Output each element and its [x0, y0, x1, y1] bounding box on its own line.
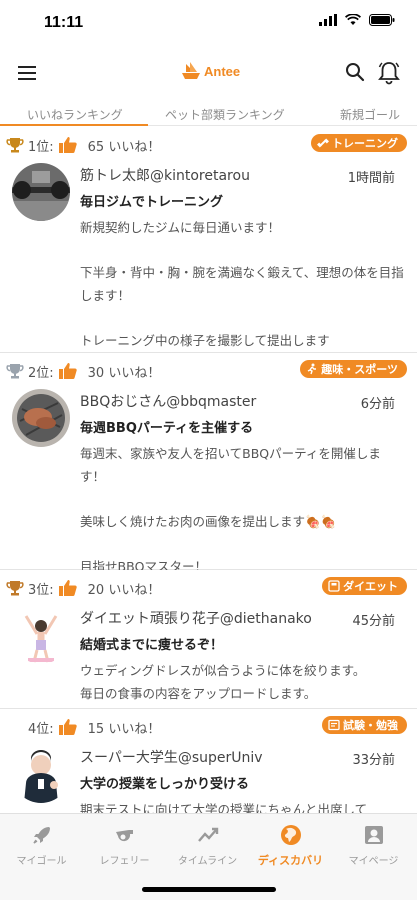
post-feed[interactable]: 1位: 65 いいね！ トレーニング 筋トレ太郎@kintoretarou 1時…: [0, 127, 417, 813]
avatar[interactable]: [12, 745, 70, 803]
signal-icon: [319, 14, 337, 26]
like-count: 20 いいね！: [87, 582, 161, 598]
category-badge[interactable]: 趣味・スポーツ: [300, 360, 407, 378]
post-title: 毎日ジムでトレーニング: [80, 195, 224, 210]
tab-label: タイムライン: [177, 856, 238, 867]
app-header: Antee: [0, 48, 417, 100]
post-title: 大学の授業をしっかり受ける: [80, 777, 250, 792]
globe-icon: [280, 825, 301, 845]
like-count: 65 いいね！: [87, 139, 161, 155]
avatar[interactable]: [12, 389, 70, 447]
book-icon: [328, 719, 340, 731]
tab-my-page[interactable]: マイページ: [332, 824, 415, 867]
tab-my-goal[interactable]: マイゴール: [0, 824, 83, 867]
bell-icon[interactable]: [377, 60, 401, 86]
home-indicator[interactable]: [142, 887, 276, 892]
post-time: 45分前: [352, 614, 395, 629]
author-name[interactable]: スーパー大学生@superUniv: [80, 747, 263, 767]
badge-label: ダイエット: [343, 580, 398, 593]
badge-label: 趣味・スポーツ: [321, 363, 398, 376]
app-logo: Antee: [180, 60, 240, 82]
rank-label: 2位:: [28, 365, 54, 381]
post-card[interactable]: 2位: 30 いいね！ 趣味・スポーツ BBQおじさん@bbqmaster 6分…: [0, 353, 417, 574]
dumbbell-icon: [317, 138, 329, 148]
like-count: 15 いいね！: [87, 721, 161, 737]
avatar[interactable]: [12, 606, 70, 664]
ship-logo-icon: [182, 62, 200, 79]
post-title: 毎週BBQパーティを主催する: [80, 421, 254, 436]
post-body: ウェディングドレスが似合うように体を絞ります。 毎日の食事の内容をアップロードし…: [80, 663, 366, 701]
status-bar: 11:11: [0, 0, 417, 44]
battery-icon: [369, 14, 395, 26]
post-body: 毎週末、家族や友人を招いてBBQパーティを開催します！ 美味しく焼けたお肉の画像…: [80, 446, 381, 574]
tab-like-ranking[interactable]: いいねランキング: [27, 106, 123, 123]
trophy-silver-icon: [6, 364, 24, 379]
trophy-gold-icon: [6, 138, 24, 153]
post-card[interactable]: 1位: 65 いいね！ トレーニング 筋トレ太郎@kintoretarou 1時…: [0, 127, 417, 353]
status-time: 11:11: [44, 14, 84, 31]
category-badge[interactable]: 試験・勉強: [322, 716, 407, 734]
post-card[interactable]: 4位: 15 いいね！ 試験・勉強 スーパー大学生@superUniv 33分前…: [0, 709, 417, 813]
thumbs-up-icon[interactable]: [58, 362, 78, 380]
post-body: 期末テストに向けて大学の授業にちゃんと出席して: [80, 802, 368, 813]
bottom-tab-bar: マイゴール レフェリー タイムライン ディスカバリ マイページ: [0, 813, 417, 900]
profile-icon: [364, 826, 383, 844]
category-badge[interactable]: ダイエット: [322, 577, 407, 595]
trend-icon: [197, 827, 218, 842]
tab-label: レフェリー: [99, 856, 150, 867]
post-time: 1時間前: [347, 171, 395, 186]
status-icons: [319, 14, 395, 26]
tab-timeline[interactable]: タイムライン: [166, 824, 249, 867]
scale-icon: [328, 580, 340, 592]
badge-label: 試験・勉強: [343, 719, 398, 732]
search-icon[interactable]: [345, 62, 365, 82]
active-tab-indicator: [0, 124, 148, 126]
tab-new-goal[interactable]: 新規ゴール: [340, 106, 400, 123]
trophy-bronze-icon: [6, 581, 24, 596]
post-title: 結婚式までに痩せるぞ！: [80, 638, 224, 653]
whistle-icon: [115, 830, 133, 842]
tab-label: マイゴール: [16, 856, 67, 867]
tab-pet-ranking[interactable]: ペット部類ランキング: [165, 106, 285, 123]
wifi-icon: [345, 14, 361, 25]
like-count: 30 いいね！: [87, 365, 161, 381]
rank-label: 3位:: [28, 582, 54, 598]
ranking-tabs: いいねランキング ペット部類ランキング 新規ゴール: [0, 100, 417, 126]
tab-discovery[interactable]: ディスカバリ: [249, 824, 332, 868]
author-name[interactable]: 筋トレ太郎@kintoretarou: [80, 165, 250, 185]
post-time: 6分前: [360, 397, 395, 412]
rocket-icon: [32, 827, 50, 844]
author-name[interactable]: ダイエット頑張り花子@diethanako: [80, 608, 312, 628]
logo-text: Antee: [204, 63, 241, 79]
category-badge[interactable]: トレーニング: [311, 134, 407, 152]
avatar[interactable]: [12, 163, 70, 221]
rank-row: 3位: 20 いいね！: [6, 578, 160, 598]
rank-label: 1位:: [28, 139, 54, 155]
author-name[interactable]: BBQおじさん@bbqmaster: [80, 391, 256, 411]
thumbs-up-icon[interactable]: [58, 136, 78, 154]
rank-row: 1位: 65 いいね！: [6, 135, 160, 155]
post-body: 新規契約したジムに毎日通います！ 下半身・背中・胸・腕を満遍なく鍛えて、理想の体…: [80, 220, 404, 348]
post-card[interactable]: 3位: 20 いいね！ ダイエット ダイエット頑張り花子@diethanako …: [0, 570, 417, 709]
badge-label: トレーニング: [332, 137, 398, 150]
thumbs-up-icon[interactable]: [58, 718, 78, 736]
post-time: 33分前: [352, 753, 395, 768]
tab-label: ディスカバリ: [257, 854, 324, 867]
rank-row: 2位: 30 いいね！: [6, 361, 160, 381]
hamburger-menu-icon[interactable]: [16, 63, 38, 83]
rank-label: 4位:: [28, 721, 54, 737]
rank-row: 4位: 15 いいね！: [6, 717, 160, 737]
runner-icon: [307, 363, 317, 375]
tab-label: マイページ: [348, 856, 399, 867]
tab-referee[interactable]: レフェリー: [83, 824, 166, 867]
thumbs-up-icon[interactable]: [58, 579, 78, 597]
